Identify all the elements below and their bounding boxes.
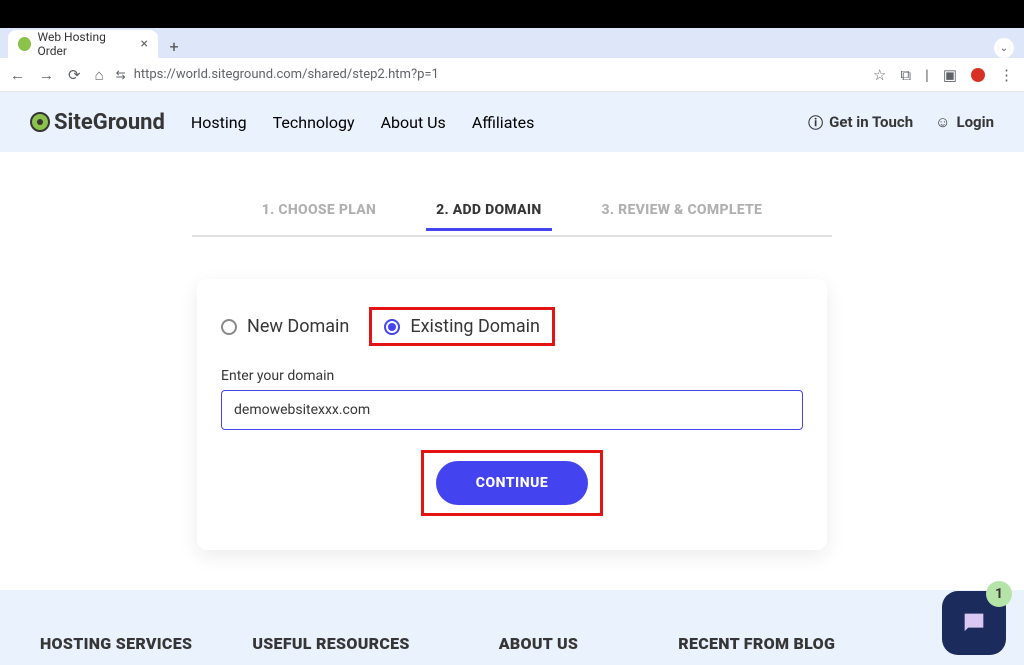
- forward-icon[interactable]: →: [39, 66, 54, 84]
- domain-input[interactable]: [221, 390, 803, 430]
- nav-technology[interactable]: Technology: [273, 113, 355, 132]
- nav-about-us[interactable]: About Us: [381, 113, 446, 132]
- divider: |: [925, 66, 929, 84]
- reload-icon[interactable]: ⟳: [68, 66, 81, 84]
- footer-col-hosting: HOSTING SERVICES Web Hosting WordPress H…: [40, 634, 192, 665]
- window-letterbox: [0, 0, 1024, 28]
- chat-icon: [958, 609, 990, 637]
- logo-text: SiteGround: [54, 110, 165, 135]
- footer-heading: ABOUT US: [499, 634, 619, 653]
- step-choose-plan[interactable]: 1. CHOOSE PLAN: [252, 202, 386, 229]
- nav-affiliates[interactable]: Affiliates: [472, 113, 535, 132]
- radio-label: New Domain: [247, 316, 349, 337]
- logo[interactable]: SiteGround: [30, 110, 165, 135]
- address-bar: ← → ⟳ ⌂ ⇆ https://world.siteground.com/s…: [0, 58, 1024, 92]
- browser-tab[interactable]: Web Hosting Order ×: [8, 30, 158, 58]
- tab-title: Web Hosting Order: [37, 30, 134, 58]
- url-box[interactable]: ⇆ https://world.siteground.com/shared/st…: [116, 67, 861, 82]
- tab-strip: Web Hosting Order × + ⌄: [0, 28, 1024, 58]
- footer-col-resources: USEFUL RESOURCES WordPress Tutorial Word…: [252, 634, 438, 665]
- continue-button[interactable]: CONTINUE: [436, 461, 588, 505]
- checkout-steps: 1. CHOOSE PLAN 2. ADD DOMAIN 3. REVIEW &…: [192, 202, 832, 237]
- footer-col-about: ABOUT US Company Affiliate Program SiteG…: [499, 634, 619, 665]
- radio-icon: [221, 319, 237, 335]
- extensions-icon[interactable]: ⧉: [900, 66, 911, 84]
- panel-icon[interactable]: ▣: [943, 66, 957, 84]
- step-add-domain[interactable]: 2. ADD DOMAIN: [426, 202, 551, 231]
- chat-badge: 1: [986, 581, 1012, 607]
- menu-icon[interactable]: ⋮: [999, 66, 1014, 84]
- new-tab-button[interactable]: +: [162, 34, 186, 58]
- close-icon[interactable]: ×: [141, 36, 148, 52]
- site-header: SiteGround Hosting Technology About Us A…: [0, 92, 1024, 152]
- site-footer: HOSTING SERVICES Web Hosting WordPress H…: [0, 590, 1024, 665]
- tab-favicon: [18, 37, 31, 51]
- annotation-highlight: Existing Domain: [369, 307, 555, 346]
- chat-widget[interactable]: 1: [942, 591, 1006, 655]
- radio-new-domain[interactable]: New Domain: [221, 316, 349, 337]
- profile-icon[interactable]: [971, 68, 985, 82]
- annotation-highlight: CONTINUE: [421, 450, 603, 516]
- login-link[interactable]: ☺ Login: [935, 113, 994, 131]
- logo-icon: [30, 112, 50, 132]
- get-in-touch-link[interactable]: ⓘ Get in Touch: [808, 112, 913, 133]
- domain-input-label: Enter your domain: [221, 368, 803, 384]
- domain-card: New Domain Existing Domain Enter your do…: [197, 279, 827, 550]
- footer-heading: HOSTING SERVICES: [40, 634, 192, 653]
- bookmark-icon[interactable]: ☆: [873, 66, 886, 84]
- home-icon[interactable]: ⌂: [95, 66, 104, 84]
- user-icon: ☺: [935, 113, 950, 131]
- site-info-icon[interactable]: ⇆: [116, 68, 126, 82]
- footer-heading: USEFUL RESOURCES: [252, 634, 438, 653]
- headset-icon: ⓘ: [808, 112, 823, 133]
- footer-col-blog: RECENT FROM BLOG Celebrating a Year of W…: [678, 634, 888, 665]
- back-icon[interactable]: ←: [10, 66, 25, 84]
- footer-heading: RECENT FROM BLOG: [678, 634, 888, 653]
- radio-existing-domain[interactable]: Existing Domain: [384, 316, 540, 337]
- tab-overflow-icon[interactable]: ⌄: [994, 38, 1014, 58]
- radio-label: Existing Domain: [410, 316, 540, 337]
- step-review-complete[interactable]: 3. REVIEW & COMPLETE: [592, 202, 773, 229]
- radio-icon: [384, 319, 400, 335]
- url-text: https://world.siteground.com/shared/step…: [134, 67, 439, 82]
- nav-hosting[interactable]: Hosting: [191, 113, 247, 132]
